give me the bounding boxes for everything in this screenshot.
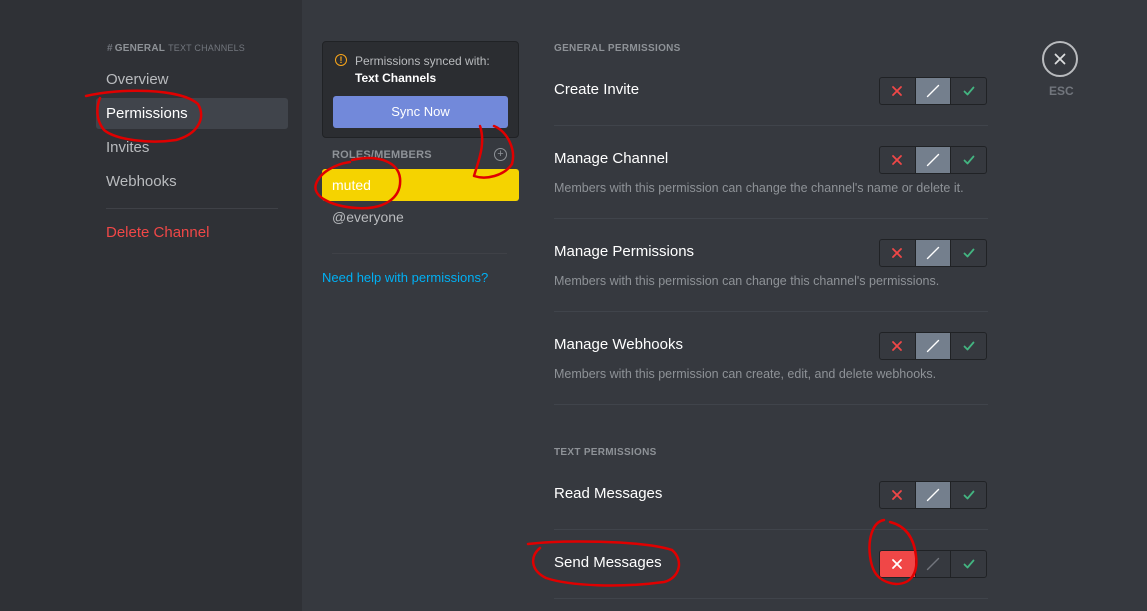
tri-toggle-manage-channel — [879, 146, 987, 174]
deny-button[interactable] — [880, 147, 916, 173]
plus-circle-icon[interactable]: + — [494, 148, 507, 161]
slash-icon — [926, 246, 940, 260]
sidebar-item-overview[interactable]: Overview — [96, 64, 288, 95]
role-item-muted[interactable]: muted — [322, 169, 519, 201]
sidebar-item-permissions[interactable]: Permissions — [96, 98, 288, 129]
perm-desc-manage-webhooks: Members with this permission can create,… — [554, 367, 937, 381]
hash-icon: # — [107, 43, 113, 54]
general-permissions-header: GENERAL PERMISSIONS — [554, 43, 681, 54]
check-icon — [963, 155, 975, 165]
x-icon — [892, 490, 903, 500]
sidebar-divider — [106, 208, 278, 209]
x-icon — [892, 341, 903, 351]
check-icon — [963, 341, 975, 351]
perm-title-manage-permissions: Manage Permissions — [554, 243, 695, 260]
check-icon — [963, 559, 975, 569]
tri-toggle-manage-webhooks — [879, 332, 987, 360]
slash-icon — [926, 339, 940, 353]
deny-button[interactable] — [880, 78, 916, 104]
check-icon — [963, 86, 975, 96]
perm-title-manage-webhooks: Manage Webhooks — [554, 336, 683, 353]
allow-button[interactable] — [951, 78, 986, 104]
role-item-everyone[interactable]: @everyone — [322, 201, 519, 233]
tri-toggle-read-messages — [879, 481, 987, 509]
permissions-help-link[interactable]: Need help with permissions? — [322, 270, 488, 285]
inherit-button[interactable] — [915, 240, 952, 266]
allow-button[interactable] — [951, 147, 986, 173]
x-icon — [892, 248, 903, 258]
perm-desc-manage-permissions: Members with this permission can change … — [554, 274, 940, 288]
roles-divider — [332, 253, 507, 254]
inherit-button[interactable] — [915, 482, 952, 508]
tri-toggle-manage-permissions — [879, 239, 987, 267]
inherit-button[interactable] — [915, 333, 952, 359]
inherit-button[interactable] — [916, 551, 952, 577]
roles-members-header: ROLES/MEMBERS — [332, 149, 432, 161]
esc-label: ESC — [1049, 84, 1074, 98]
allow-button[interactable] — [951, 482, 986, 508]
warning-icon: ! — [335, 54, 347, 66]
tri-toggle-create-invite — [879, 77, 987, 105]
x-icon — [892, 155, 903, 165]
close-icon — [1054, 53, 1066, 65]
text-permissions-header: TEXT PERMISSIONS — [554, 447, 657, 458]
sidebar-item-webhooks[interactable]: Webhooks — [96, 166, 288, 197]
channel-header: # GENERAL TEXT CHANNELS — [107, 43, 245, 54]
perm-divider — [554, 404, 988, 405]
inherit-button[interactable] — [915, 78, 952, 104]
perm-title-create-invite: Create Invite — [554, 81, 640, 98]
sync-text: Permissions synced with: — [355, 54, 490, 68]
x-icon — [892, 559, 903, 569]
x-icon — [892, 86, 903, 96]
deny-button[interactable] — [880, 482, 916, 508]
slash-icon — [926, 84, 940, 98]
perm-title-read-messages: Read Messages — [554, 485, 663, 502]
perm-divider — [554, 529, 988, 530]
channel-category: TEXT CHANNELS — [168, 43, 246, 53]
tri-toggle-send-messages — [879, 550, 987, 578]
channel-name: GENERAL — [114, 43, 166, 54]
sync-category: Text Channels — [355, 71, 437, 85]
check-icon — [963, 248, 975, 258]
inherit-button[interactable] — [915, 147, 952, 173]
sync-now-button[interactable]: Sync Now — [333, 96, 508, 128]
slash-icon — [926, 153, 940, 167]
delete-channel-button[interactable]: Delete Channel — [96, 217, 288, 248]
allow-button[interactable] — [951, 240, 986, 266]
allow-button[interactable] — [951, 551, 986, 577]
slash-icon — [926, 557, 940, 571]
perm-divider — [554, 218, 988, 219]
sync-notice: ! Permissions synced with: Text Channels… — [322, 41, 519, 138]
perm-desc-manage-channel: Members with this permission can change … — [554, 181, 964, 195]
perm-divider — [554, 125, 988, 126]
check-icon — [963, 490, 975, 500]
settings-sidebar: # GENERAL TEXT CHANNELS Overview Permissio… — [0, 0, 302, 611]
deny-button[interactable] — [880, 333, 916, 359]
perm-divider — [554, 311, 988, 312]
allow-button[interactable] — [951, 333, 986, 359]
close-button[interactable] — [1042, 41, 1078, 77]
deny-button[interactable] — [880, 551, 916, 577]
perm-divider — [554, 598, 988, 599]
perm-title-manage-channel: Manage Channel — [554, 150, 669, 167]
slash-icon — [926, 488, 940, 502]
sidebar-item-invites[interactable]: Invites — [96, 132, 288, 163]
deny-button[interactable] — [880, 240, 916, 266]
perm-title-send-messages: Send Messages — [554, 554, 662, 571]
